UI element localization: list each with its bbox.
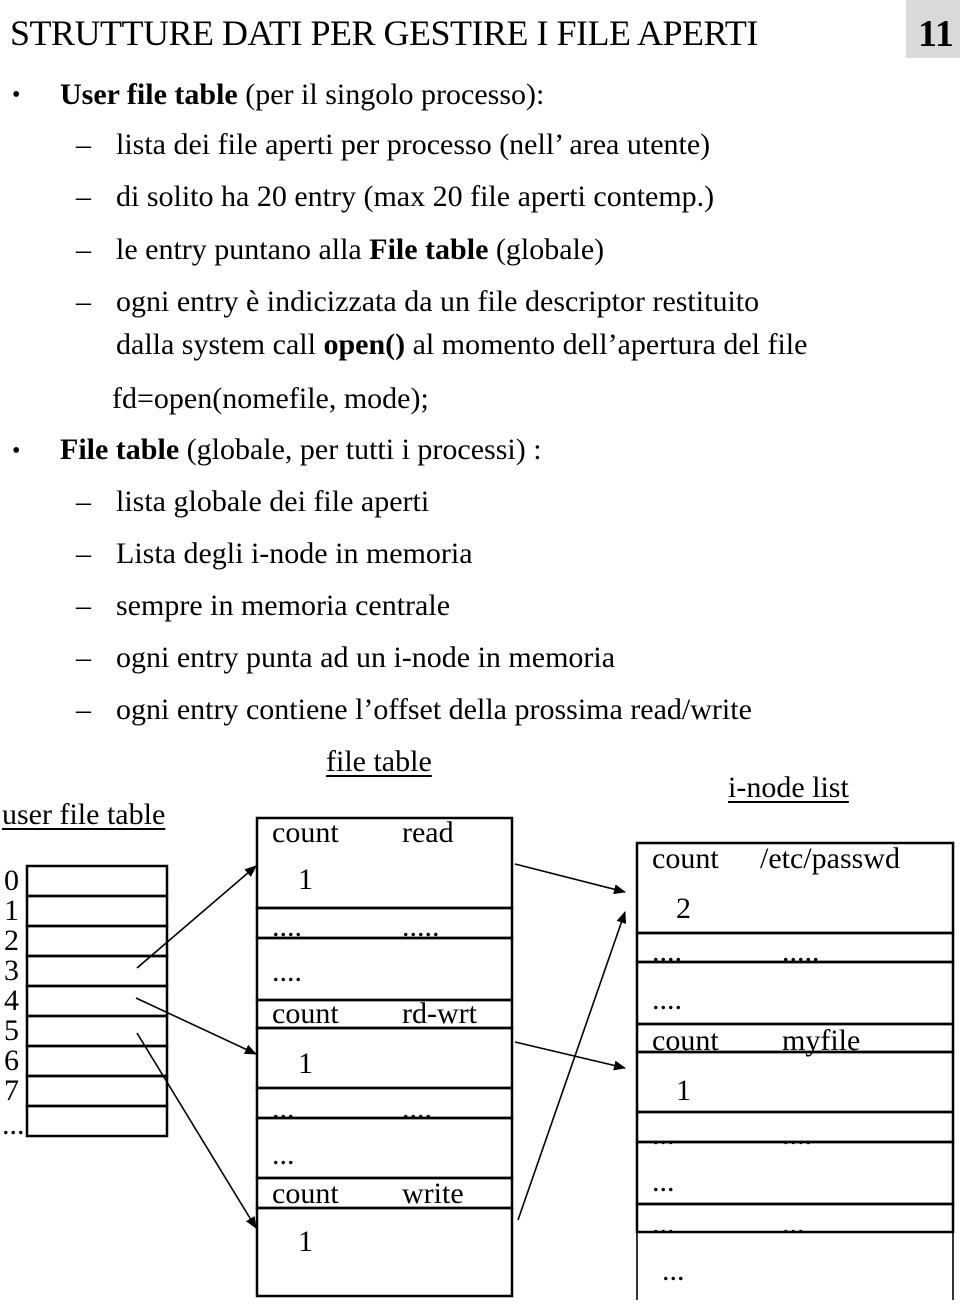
inode-cell: ... bbox=[652, 1118, 675, 1151]
file-table-cell: count bbox=[272, 816, 339, 849]
user-fd-index: 7 bbox=[4, 1074, 19, 1107]
inode-cell: ... bbox=[652, 1165, 675, 1198]
inode-cell: .... bbox=[782, 1118, 812, 1151]
inode-cell: /etc/passwd bbox=[760, 842, 900, 875]
inode-cell: ..... bbox=[782, 935, 820, 968]
inode-cell: .... bbox=[652, 935, 682, 968]
user-fd-slot-0 bbox=[25, 864, 169, 898]
pointer-arrow-file-table-write-to-inode-etc-passwd bbox=[517, 911, 627, 1221]
pointer-arrows bbox=[135, 863, 627, 1229]
file-table-cell: .... bbox=[272, 910, 302, 943]
pointer-arrow-user-fd-5-to-file-table-write bbox=[136, 1032, 257, 1229]
file-table-row-5 bbox=[255, 1086, 514, 1120]
pointer-arrow-user-fd-3-to-file-table-read bbox=[136, 865, 257, 969]
file-table-cell: .... bbox=[272, 955, 302, 988]
inode-cell: ... bbox=[652, 1207, 675, 1240]
file-table-cell: ... bbox=[272, 1138, 295, 1171]
file-table-cell: write bbox=[402, 1177, 464, 1210]
user-fd-index: 2 bbox=[4, 924, 19, 957]
file-table-row-8 bbox=[255, 1206, 514, 1298]
file-table bbox=[255, 816, 514, 1298]
inode-cell: ... bbox=[662, 1254, 685, 1287]
user-fd-index: 4 bbox=[4, 984, 19, 1017]
inode-cell: myfile bbox=[782, 1024, 861, 1057]
file-table-cell: 1 bbox=[298, 1047, 313, 1080]
file-table-cell: count bbox=[272, 1177, 339, 1210]
user-fd-index: 5 bbox=[4, 1014, 19, 1047]
open-files-diagram bbox=[25, 816, 955, 1300]
pointer-arrow-file-table-rd-wrt-to-inode-myfile bbox=[514, 1041, 626, 1071]
inode-cell: 1 bbox=[676, 1074, 691, 1107]
inode-cell: ... bbox=[782, 1207, 805, 1240]
inode-cell: count bbox=[652, 1024, 719, 1057]
file-table-cell: ..... bbox=[402, 910, 440, 943]
user-fd-index: 0 bbox=[4, 864, 19, 897]
file-table-cell: read bbox=[402, 816, 454, 849]
file-table-cell: ... bbox=[272, 1092, 295, 1125]
file-table-cell: 1 bbox=[298, 863, 313, 896]
user-fd-index: ... bbox=[2, 1108, 25, 1141]
user-fd-slot-2 bbox=[25, 924, 169, 958]
user-fd-slot-6 bbox=[25, 1044, 169, 1078]
inode-cell: .... bbox=[652, 983, 682, 1016]
user-fd-slot-8 bbox=[25, 1104, 169, 1138]
user-fd-index: 1 bbox=[4, 894, 19, 927]
inode-cell: count bbox=[652, 842, 719, 875]
user-fd-slot-4 bbox=[25, 984, 169, 1018]
user-fd-slot-5 bbox=[25, 1014, 169, 1048]
user-fd-slot-1 bbox=[25, 894, 169, 928]
file-table-cell: rd-wrt bbox=[402, 997, 477, 1030]
user-fd-slot-7 bbox=[25, 1074, 169, 1108]
user-fd-index: 6 bbox=[4, 1044, 19, 1077]
file-table-cell: .... bbox=[402, 1092, 432, 1125]
file-table-cell: 1 bbox=[298, 1225, 313, 1258]
user-file-table bbox=[25, 864, 169, 1138]
user-fd-index: 3 bbox=[4, 954, 19, 987]
file-table-row-6 bbox=[255, 1116, 514, 1180]
pointer-arrow-file-table-read-to-inode-etc-passwd bbox=[514, 863, 626, 895]
inode-cell: 2 bbox=[676, 892, 691, 925]
file-table-cell: count bbox=[272, 997, 339, 1030]
inode-row-2 bbox=[635, 960, 955, 1026]
file-table-row-4 bbox=[255, 1026, 514, 1090]
